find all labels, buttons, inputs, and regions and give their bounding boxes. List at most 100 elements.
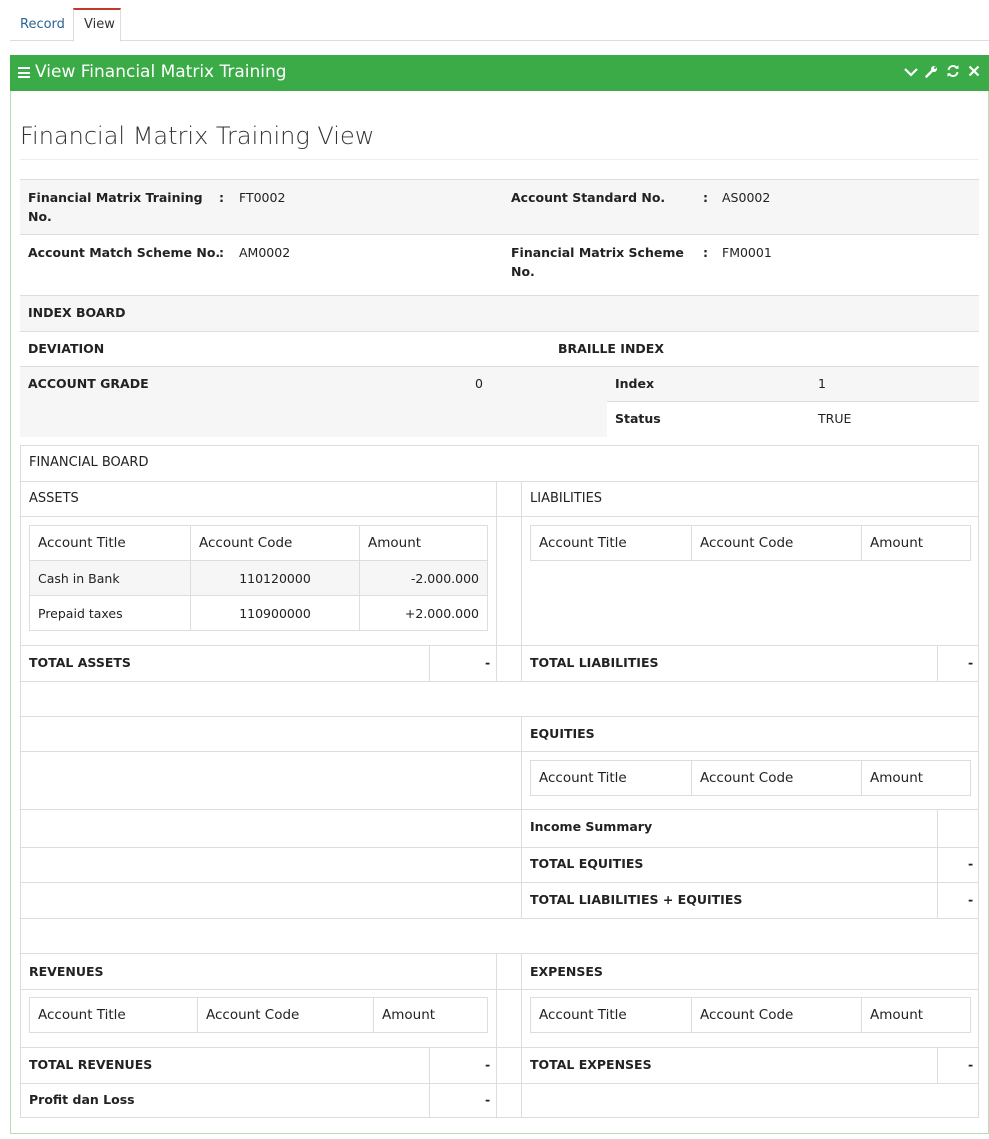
col-amount: Amount: [861, 525, 971, 561]
index-board-title: INDEX BOARD: [28, 305, 126, 320]
total-liabilities-equities-value: -: [968, 892, 974, 907]
revenues-table: Account Title Account Code Amount: [29, 997, 488, 1033]
colon: :: [219, 245, 224, 260]
record-info: Financial Matrix Training No. : FT0002 A…: [20, 179, 979, 296]
status-value: TRUE: [818, 411, 852, 426]
table-header-row: Account Title Account Code Amount: [29, 525, 488, 561]
total-assets-label: TOTAL ASSETS: [29, 655, 131, 670]
total-equities-value: -: [968, 856, 974, 871]
fmt-no-label: Financial Matrix Training No.: [28, 190, 203, 224]
profit-loss-value: -: [485, 1092, 491, 1107]
cell-account-code: 110120000: [190, 560, 360, 596]
total-liabilities-equities-label: TOTAL LIABILITIES + EQUITIES: [530, 892, 743, 907]
col-account-title: Account Title: [530, 525, 692, 561]
braille-index-table: Index 1 Status TRUE: [607, 367, 979, 437]
refresh-icon[interactable]: [945, 64, 960, 81]
col-amount: Amount: [373, 997, 488, 1033]
status-label: Status: [615, 411, 661, 426]
account-grade-block: ACCOUNT GRADE 0: [20, 367, 607, 437]
col-account-code: Account Code: [691, 525, 862, 561]
col-amount: Amount: [861, 997, 971, 1033]
col-account-title: Account Title: [530, 760, 692, 796]
col-account-title: Account Title: [29, 525, 191, 561]
account-standard-value: AS0002: [722, 190, 771, 205]
assets-title: ASSETS: [29, 491, 79, 506]
col-account-title: Account Title: [530, 997, 692, 1033]
index-label: Index: [615, 376, 655, 391]
table-header-row: Account Title Account Code Amount: [530, 525, 971, 561]
liabilities-table: Account Title Account Code Amount: [530, 525, 971, 561]
index-row: Index 1: [607, 367, 979, 402]
cell-account-code: 110900000: [190, 595, 360, 631]
expenses-table: Account Title Account Code Amount: [530, 997, 971, 1033]
assets-table: Account Title Account Code Amount Cash i…: [29, 525, 488, 631]
total-revenues-label: TOTAL REVENUES: [29, 1057, 153, 1072]
close-icon[interactable]: [966, 65, 981, 80]
col-account-code: Account Code: [691, 760, 862, 796]
financial-matrix-label: Financial Matrix Scheme No.: [511, 245, 684, 279]
chevron-down-icon[interactable]: [903, 66, 918, 80]
colon: :: [703, 190, 708, 205]
cell-amount: +2.000.000: [359, 595, 488, 631]
index-board-subheader: DEVIATION BRAILLE INDEX: [20, 332, 979, 367]
tab-bar: Record View: [10, 8, 989, 42]
col-account-code: Account Code: [197, 997, 374, 1033]
cell-account-title: Cash in Bank: [29, 560, 191, 596]
panel-header: View Financial Matrix Training: [10, 55, 989, 91]
braille-index-label: BRAILLE INDEX: [558, 341, 664, 356]
cell-amount: -2.000.000: [359, 560, 488, 596]
equities-title: EQUITIES: [530, 726, 595, 741]
table-row: Prepaid taxes 110900000 +2.000.000: [29, 595, 488, 631]
index-board: INDEX BOARD DEVIATION BRAILLE INDEX: [20, 296, 979, 367]
expenses-title: EXPENSES: [530, 964, 603, 979]
profit-loss-label: Profit dan Loss: [29, 1092, 135, 1107]
income-summary-label: Income Summary: [530, 819, 653, 834]
cell-account-title: Prepaid taxes: [29, 595, 191, 631]
wrench-icon[interactable]: [924, 65, 939, 81]
deviation-label: DEVIATION: [28, 341, 105, 356]
liabilities-title: LIABILITIES: [530, 491, 603, 506]
total-liabilities-value: -: [968, 655, 974, 670]
revenues-title: REVENUES: [29, 964, 104, 979]
total-revenues-value: -: [485, 1057, 491, 1072]
col-account-title: Account Title: [29, 997, 198, 1033]
financial-board: FINANCIAL BOARD ASSETS LIABILITIES Accou…: [20, 445, 979, 1118]
total-equities-label: TOTAL EQUITIES: [530, 856, 644, 871]
index-value: 1: [818, 376, 826, 391]
account-standard-label: Account Standard No.: [511, 190, 666, 205]
fmt-no-value: FT0002: [239, 190, 286, 205]
account-grade-value: 0: [475, 376, 483, 391]
col-account-code: Account Code: [190, 525, 360, 561]
table-header-row: Account Title Account Code Amount: [29, 997, 488, 1033]
total-assets-value: -: [485, 655, 491, 670]
account-match-label: Account Match Scheme No.: [28, 245, 221, 260]
total-expenses-value: -: [968, 1057, 974, 1072]
page-title: Financial Matrix Training View: [20, 122, 375, 150]
title-divider: [20, 159, 979, 160]
equities-table: Account Title Account Code Amount: [530, 760, 971, 796]
tab-record[interactable]: Record: [10, 8, 75, 41]
panel-title: View Financial Matrix Training: [35, 62, 287, 82]
view-panel: View Financial Matrix Training Financial…: [10, 55, 989, 1134]
total-expenses-label: TOTAL EXPENSES: [530, 1057, 652, 1072]
col-account-code: Account Code: [691, 997, 862, 1033]
col-amount: Amount: [359, 525, 488, 561]
financial-board-title: FINANCIAL BOARD: [29, 455, 149, 470]
menu-icon: [18, 67, 30, 78]
table-row: Cash in Bank 110120000 -2.000.000: [29, 560, 488, 596]
tab-view[interactable]: View: [73, 8, 121, 42]
panel-toolbar: [903, 55, 981, 90]
index-board-header: INDEX BOARD: [20, 296, 979, 332]
status-row: Status TRUE: [607, 402, 979, 437]
total-liabilities-label: TOTAL LIABILITIES: [530, 655, 659, 670]
col-amount: Amount: [861, 760, 971, 796]
account-match-value: AM0002: [239, 245, 291, 260]
colon: :: [219, 190, 224, 205]
info-row: Financial Matrix Training No. : FT0002 A…: [20, 180, 979, 235]
table-header-row: Account Title Account Code Amount: [530, 760, 971, 796]
financial-matrix-value: FM0001: [722, 245, 772, 260]
colon: :: [703, 245, 708, 260]
table-header-row: Account Title Account Code Amount: [530, 997, 971, 1033]
account-grade-label: ACCOUNT GRADE: [28, 376, 149, 391]
info-row: Account Match Scheme No. : AM0002 Financ…: [20, 235, 979, 296]
